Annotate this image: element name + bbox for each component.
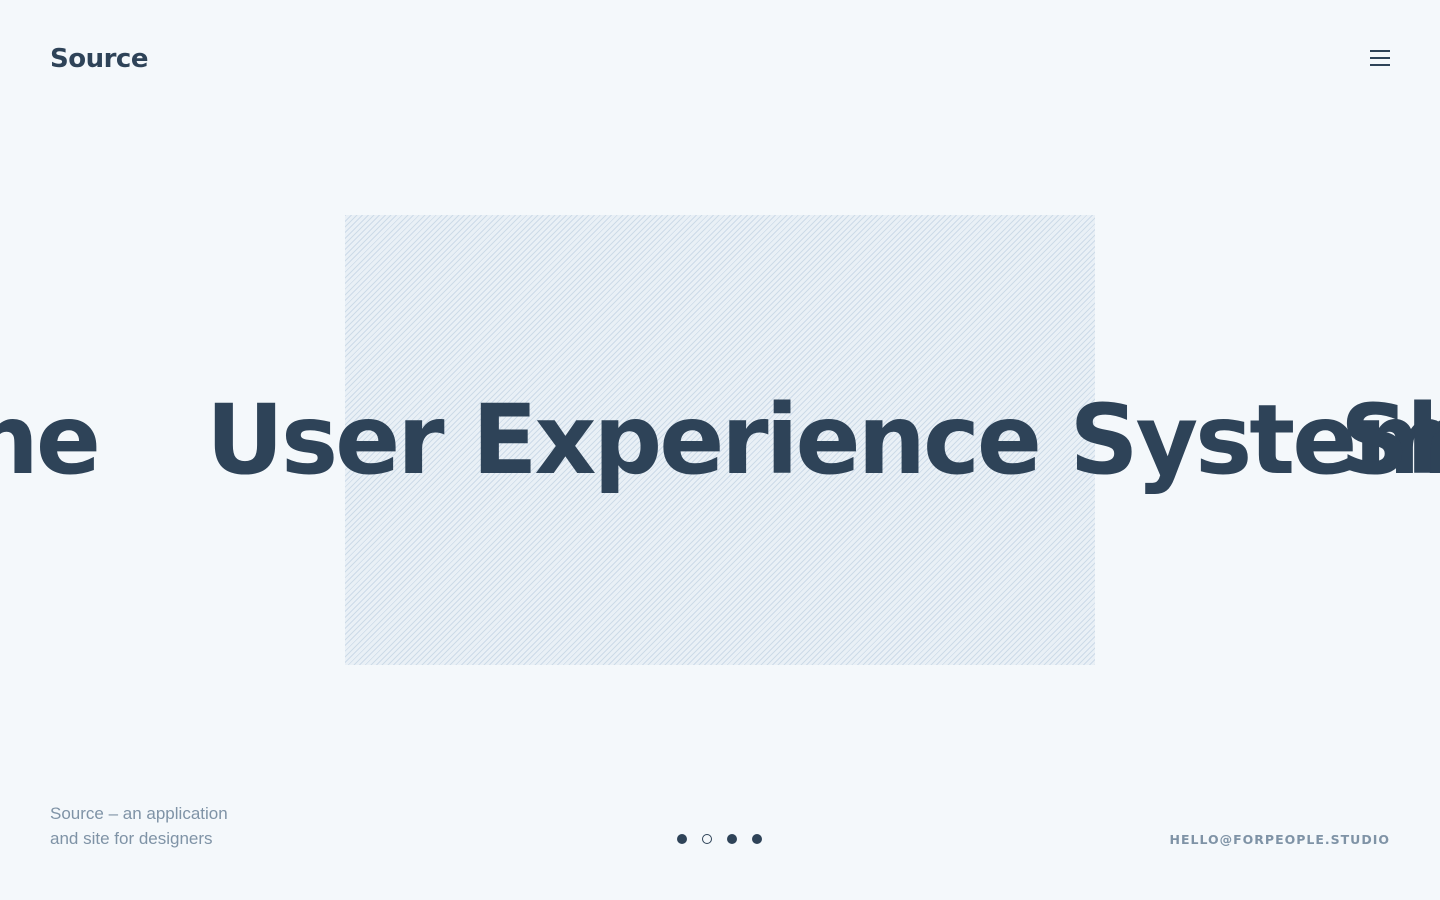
current-slide-title[interactable]: User Experience System (206, 385, 1440, 495)
site-tagline: Source – an application and site for des… (50, 801, 228, 851)
pagination-dot-1[interactable] (677, 834, 687, 844)
menu-line (1370, 57, 1390, 59)
next-slide-title[interactable]: Sh (1340, 385, 1440, 495)
carousel-pagination (677, 834, 762, 846)
hamburger-menu-icon[interactable] (1368, 48, 1392, 68)
tagline-line-1: Source – an application (50, 804, 228, 823)
site-logo[interactable]: Source (50, 44, 148, 74)
menu-line (1370, 64, 1390, 66)
tagline-line-2: and site for designers (50, 829, 213, 848)
menu-line (1370, 50, 1390, 52)
pagination-dot-2[interactable] (702, 834, 712, 844)
pagination-dot-3[interactable] (727, 834, 737, 844)
pagination-dot-4[interactable] (752, 834, 762, 844)
previous-slide-title[interactable]: ne (0, 385, 101, 495)
contact-email-link[interactable]: HELLO@FORPEOPLE.STUDIO (1170, 832, 1390, 847)
